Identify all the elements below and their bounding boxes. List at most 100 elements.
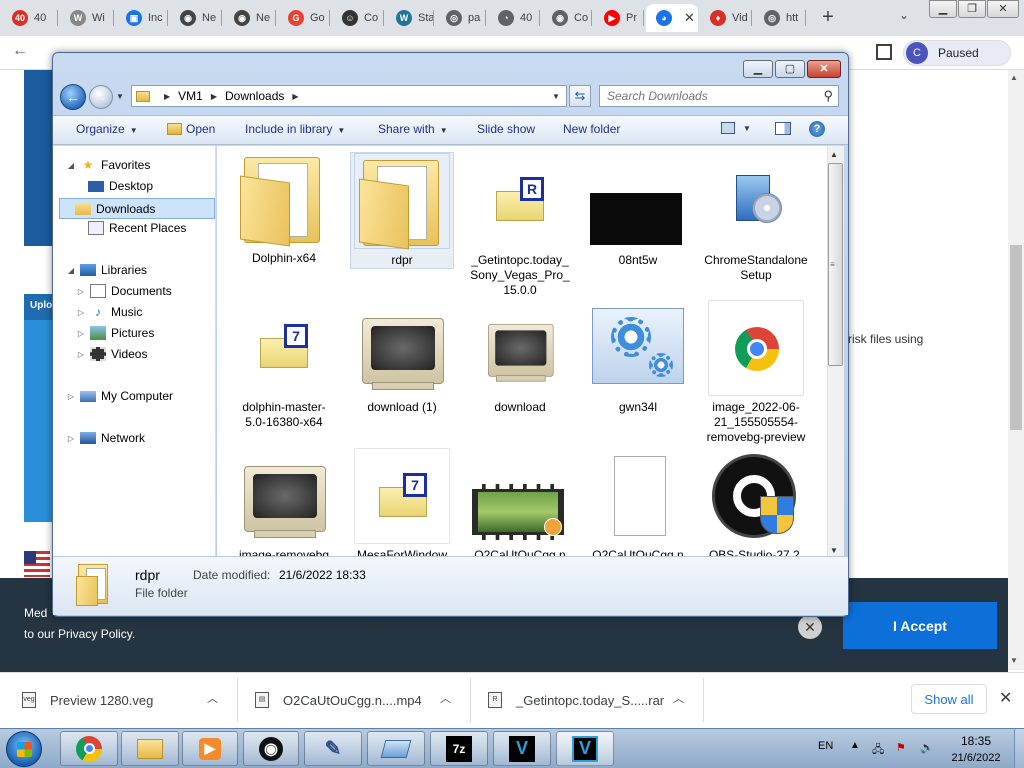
clock-time[interactable]: 18:35 [946,734,1006,748]
expanded-arrow-icon[interactable]: ◢ [66,161,76,170]
include-in-library-button[interactable]: Include in library ▼ [245,122,345,136]
explorer-back-button[interactable]: ← [60,84,86,110]
file-item-download[interactable]: download [468,300,572,415]
nav-desktop[interactable]: Desktop [74,179,153,193]
nav-documents[interactable]: ▷ Documents [76,284,172,298]
collapsed-arrow-icon[interactable]: ▷ [76,308,86,317]
organize-button[interactable]: Organize ▼ [76,122,138,136]
explorer-close-button[interactable]: ✕ [807,60,841,78]
browser-tab[interactable]: 40 40 [2,4,58,32]
breadcrumb-downloads[interactable]: Downloads [225,89,284,103]
close-shelf-icon[interactable]: ✕ [999,688,1012,708]
tab-search-chevron-icon[interactable]: ⌄ [895,8,913,26]
collapsed-arrow-icon[interactable]: ▷ [76,350,86,359]
nav-my-computer[interactable]: ▷ My Computer [66,389,173,403]
browser-tab[interactable]: ▶ Pr [594,4,644,32]
start-button[interactable] [6,731,42,767]
explorer-minimize-button[interactable]: ▁ [743,60,773,78]
collapsed-arrow-icon[interactable]: ▷ [76,329,86,338]
show-hidden-icons-icon[interactable]: ▲ [850,740,860,751]
back-arrow-icon[interactable]: ← [12,42,28,60]
language-indicator[interactable]: EN [818,740,833,752]
address-history-chevron-icon[interactable]: ▼ [552,92,560,101]
change-view-icon[interactable] [721,122,735,134]
cookie-close-icon[interactable]: ✕ [798,615,822,639]
action-center-icon[interactable]: ⚑ [896,741,910,754]
explorer-forward-button[interactable]: → [89,85,113,109]
clock-date[interactable]: 21/6/2022 [946,752,1006,764]
show-all-downloads-button[interactable]: Show all [911,684,987,714]
taskbar-obs[interactable]: ◉ [243,731,299,766]
scroll-up-icon[interactable]: ▲ [830,150,838,159]
page-scrollbar-thumb[interactable] [1010,245,1022,430]
file-item-mesaforwindow[interactable]: 7 MesaForWindow [350,448,454,563]
refresh-button[interactable]: ⇆ [569,85,591,107]
side-panel-icon[interactable] [876,44,892,60]
breadcrumb-arrow-icon[interactable]: ▶ [164,92,170,101]
accept-cookies-button[interactable]: I Accept [843,602,997,649]
file-item-chromestandalonesetup[interactable]: ChromeStandaloneSetup [704,153,808,283]
nav-music[interactable]: ▷ ♪ Music [76,305,142,319]
scroll-up-icon[interactable]: ▲ [1010,73,1018,82]
address-bar[interactable]: ▶ VM1 ▶ Downloads ▶ [131,85,567,107]
browser-tab[interactable]: ◉ Ne [224,4,276,32]
browser-tab[interactable]: ◔ 40 [488,4,540,32]
breadcrumb-vm1[interactable]: VM1 [178,89,203,103]
taskbar-media-player[interactable]: ▶ [182,731,238,766]
taskbar-explorer[interactable] [121,731,179,766]
file-item-getintopc-rar[interactable]: R _Getintopc.today_Sony_Vegas_Pro_15.0.0 [468,153,572,298]
nav-pictures[interactable]: ▷ Pictures [76,326,154,340]
tab-close-icon[interactable]: ✕ [684,10,695,26]
browser-tab[interactable]: W Wi [60,4,114,32]
explorer-maximize-button[interactable]: ▢ [775,60,805,78]
nav-favorites[interactable]: ◢ ★ Favorites [66,158,150,172]
browser-tab[interactable]: W Sta [386,4,434,32]
nav-network[interactable]: ▷ Network [66,431,145,445]
new-tab-button[interactable]: + [818,6,838,28]
taskbar-vegas-1[interactable]: V [493,731,551,766]
browser-tab[interactable]: ◉ Ne [170,4,222,32]
download-options-chevron-icon[interactable]: ︿ [207,690,218,706]
search-icon[interactable]: ⚲ [823,88,833,104]
file-item-08nt5w[interactable]: 08nt5w [586,153,690,268]
search-input[interactable] [600,86,814,106]
scroll-down-icon[interactable]: ▼ [830,546,838,555]
browser-tab[interactable]: ◉ Co [542,4,592,32]
file-item-obs-studio[interactable]: OBS-Studio-27.2. [704,448,808,563]
browser-tab[interactable]: G Go [278,4,330,32]
download-item-veg[interactable]: veg Preview 1280.veg [22,684,153,716]
share-with-button[interactable]: Share with ▼ [378,122,448,136]
browser-minimize-button[interactable]: ▁ [929,0,957,18]
preview-pane-icon[interactable] [775,122,791,135]
nav-recent-places[interactable]: Recent Places [74,221,186,235]
file-item-o2cautoucgg-file[interactable]: O2CaUtOuCgg.n [586,448,690,563]
file-item-image-removebg[interactable]: image-removebg [232,448,336,563]
browser-tab[interactable]: ☺ Co [332,4,384,32]
nav-downloads[interactable]: Downloads [59,198,215,219]
taskbar-notepad[interactable] [367,731,425,766]
collapsed-arrow-icon[interactable]: ▷ [66,434,76,443]
file-item-rdpr[interactable]: rdpr [350,152,454,269]
slide-show-button[interactable]: Slide show [477,122,535,136]
taskbar-vegas-2[interactable]: V [556,731,614,766]
file-item-dolphin-master[interactable]: 7 dolphin-master-5.0-16380-x64 [232,300,336,430]
view-chevron-down-icon[interactable]: ▼ [743,124,751,133]
collapsed-arrow-icon[interactable]: ▷ [66,392,76,401]
recent-pages-chevron-icon[interactable]: ▼ [116,92,124,101]
taskbar-chrome[interactable] [60,731,118,766]
browser-tab[interactable]: ◎ htt [754,4,806,32]
download-item-rar[interactable]: R _Getintopc.today_S.....rar [488,684,664,716]
nav-libraries[interactable]: ◢ Libraries [66,263,147,277]
network-tray-icon[interactable]: 🖧 [872,741,886,756]
taskbar-pen-tool[interactable]: ✎ [304,731,362,766]
browser-tab[interactable]: ◎ pa [436,4,486,32]
new-folder-button[interactable]: New folder [563,122,620,136]
browser-tab[interactable]: ♦ Vid [700,4,752,32]
file-item-gwn34l[interactable]: gwn34l [586,300,690,415]
expanded-arrow-icon[interactable]: ◢ [66,266,76,275]
profile-button[interactable]: C Paused [903,40,1011,66]
collapsed-arrow-icon[interactable]: ▷ [76,287,86,296]
browser-close-button[interactable]: ✕ [987,0,1019,18]
file-item-download-1[interactable]: download (1) [350,300,454,415]
browser-restore-button[interactable]: ❐ [958,0,986,18]
